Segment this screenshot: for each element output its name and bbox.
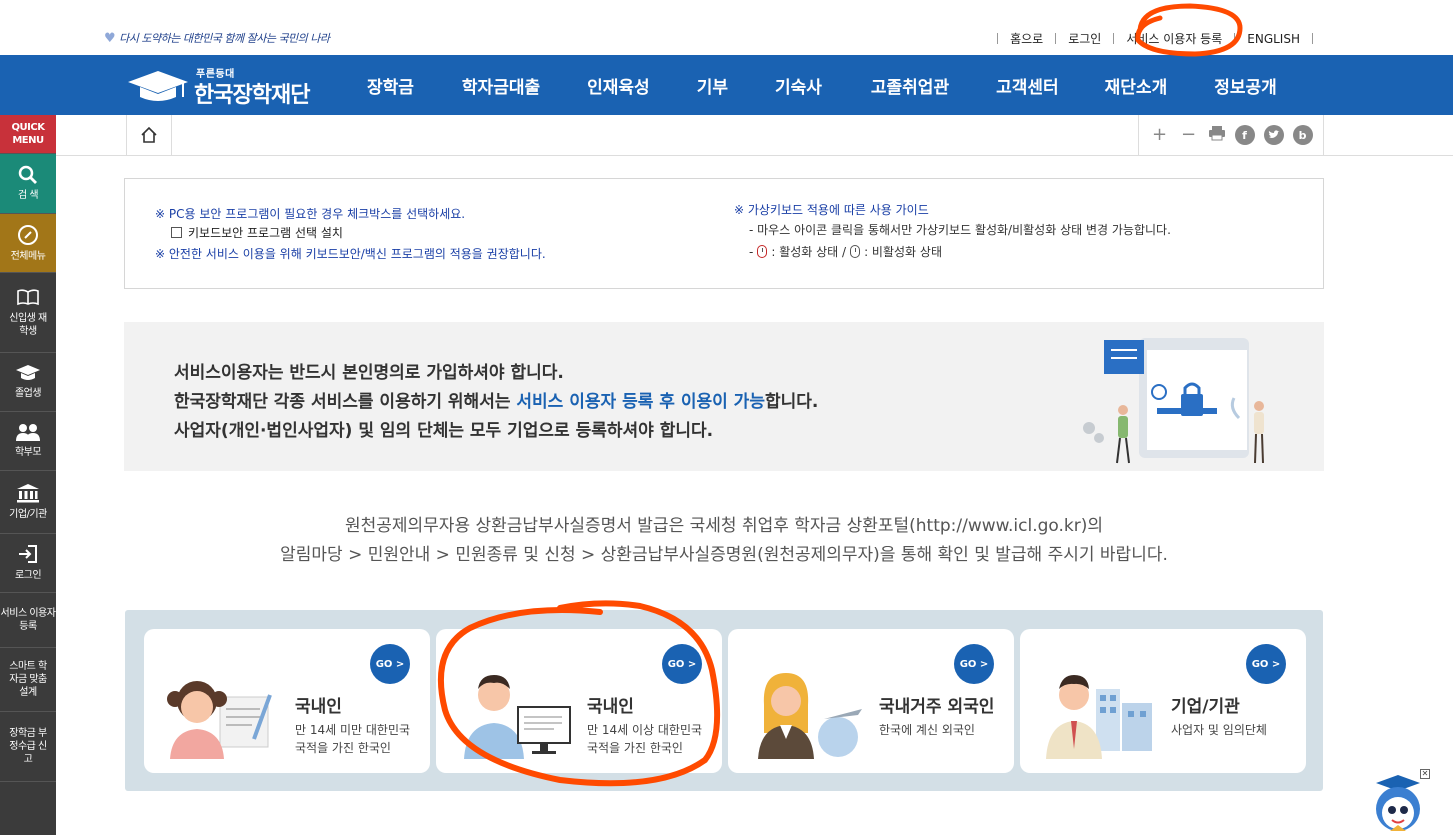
institution-icon bbox=[17, 484, 39, 503]
people-icon bbox=[16, 424, 40, 441]
quick-institutions[interactable]: 기업/기관 bbox=[0, 471, 56, 534]
security-notice-box: ※ PC용 보안 프로그램이 필요한 경우 체크박스를 선택하세요. 키보드보안… bbox=[124, 178, 1324, 289]
book-icon bbox=[17, 288, 39, 305]
close-icon[interactable]: ✕ bbox=[1420, 769, 1430, 779]
facebook-icon[interactable]: f bbox=[1234, 125, 1255, 145]
page-tools: + − f b bbox=[1138, 115, 1324, 155]
card-title: 기업/기관 bbox=[1171, 697, 1240, 717]
main-navigation: 푸른등대 한국장학재단 장학금 학자금대출 인재육성 기부 기숙사 고졸취업관 … bbox=[0, 55, 1453, 115]
quick-service-register[interactable]: 서비스 이용자 등록 bbox=[0, 593, 56, 648]
icl-notice: 원천공제의무자용 상환금납부사실증명서 발급은 국세청 취업후 학자금 상환포털… bbox=[280, 516, 1168, 565]
virtual-keyboard-guide-line: - 마우스 아이콘 클릭을 통해서만 가상키보드 활성화/비활성화 상태 변경 … bbox=[749, 223, 1171, 237]
site-logo[interactable]: 푸른등대 한국장학재단 bbox=[126, 63, 326, 108]
nav-public-info[interactable]: 정보공개 bbox=[1214, 73, 1277, 98]
business-building-illustration bbox=[1046, 675, 1152, 759]
virtual-keyboard-guide-title: ※ 가상키보드 적용에 따른 사용 가이드 bbox=[734, 203, 929, 217]
home-link[interactable]: 홈으로 bbox=[1010, 30, 1043, 47]
go-button[interactable]: GO > bbox=[370, 644, 410, 684]
utility-links: 홈으로 로그인 서비스 이용자 등록 ENGLISH bbox=[985, 30, 1325, 47]
nav-student-loan[interactable]: 학자금대출 bbox=[462, 73, 540, 98]
blog-icon[interactable]: b bbox=[1292, 125, 1313, 145]
card-domestic-under14[interactable]: GO > 국내인 만 14세 미만 대한민국 국적을 가진 한국인 bbox=[144, 629, 430, 773]
card-domestic-over14[interactable]: GO > 국내인 만 14세 이상 대한민국 국적을 가진 한국인 bbox=[436, 629, 722, 773]
english-link[interactable]: ENGLISH bbox=[1247, 32, 1300, 46]
card-title: 국내인 bbox=[587, 697, 634, 717]
quick-menu-header: QUICK MENU bbox=[0, 115, 56, 154]
heart-icon: ♥ bbox=[104, 30, 116, 46]
print-icon[interactable] bbox=[1208, 125, 1226, 145]
child-document-illustration bbox=[167, 681, 272, 759]
security-recommend-notice: ※ 안전한 서비스 이용을 위해 키보드보안/백신 프로그램의 적용을 권장합니… bbox=[155, 247, 546, 261]
virtual-keyboard-legend: - : 활성화 상태 / : 비활성화 상태 bbox=[749, 244, 942, 260]
zoom-out-icon[interactable]: − bbox=[1179, 125, 1199, 145]
mouse-active-icon bbox=[757, 245, 768, 258]
quick-smart-loan-design[interactable]: 스마트 학자금 맞춤설계 bbox=[0, 648, 56, 712]
twitter-icon[interactable] bbox=[1263, 125, 1284, 145]
breadcrumb-bar: + − f b bbox=[56, 115, 1453, 156]
graduation-cap-logo-icon bbox=[128, 71, 188, 101]
search-icon bbox=[18, 165, 37, 184]
nav-customer-center[interactable]: 고객센터 bbox=[996, 73, 1059, 98]
government-slogan: ♥ 다시 도약하는 대한민국 함께 잘사는 국민의 나라 bbox=[104, 30, 330, 46]
zoom-in-icon[interactable]: + bbox=[1150, 125, 1170, 145]
go-button[interactable]: GO > bbox=[1246, 644, 1286, 684]
registration-type-cards: GO > 국내인 만 14세 미만 대한민국 국적을 가진 한국인 GO > 국… bbox=[125, 610, 1323, 791]
logo-name: 한국장학재단 bbox=[194, 83, 310, 108]
go-button[interactable]: GO > bbox=[954, 644, 994, 684]
keyboard-security-checkbox[interactable] bbox=[171, 227, 182, 238]
quick-fraud-report[interactable]: 장학금 부정수급 신고 bbox=[0, 712, 56, 782]
top-utility-bar: ♥ 다시 도약하는 대한민국 함께 잘사는 국민의 나라 홈으로 로그인 서비스… bbox=[0, 0, 1453, 55]
quick-search[interactable]: 검 색 bbox=[0, 154, 56, 214]
login-icon bbox=[19, 545, 37, 563]
compass-icon bbox=[18, 224, 38, 245]
nav-about[interactable]: 재단소개 bbox=[1105, 73, 1168, 98]
service-user-register-link[interactable]: 서비스 이용자 등록 bbox=[1126, 30, 1222, 47]
login-link[interactable]: 로그인 bbox=[1068, 30, 1101, 47]
slogan-text: 다시 도약하는 대한민국 함께 잘사는 국민의 나라 bbox=[119, 32, 330, 45]
nav-dormitory[interactable]: 기숙사 bbox=[775, 73, 822, 98]
security-program-notice: ※ PC용 보안 프로그램이 필요한 경우 체크박스를 선택하세요. bbox=[155, 207, 466, 221]
quick-students[interactable]: 신입생 재학생 bbox=[0, 273, 56, 353]
quick-login[interactable]: 로그인 bbox=[0, 534, 56, 593]
quick-all-menu[interactable]: 전체메뉴 bbox=[0, 214, 56, 273]
security-login-illustration bbox=[1083, 338, 1264, 464]
go-button[interactable]: GO > bbox=[662, 644, 702, 684]
nav-talent[interactable]: 인재육성 bbox=[587, 73, 650, 98]
card-description: 사업자 및 임의단체 bbox=[1171, 723, 1267, 737]
card-title: 국내인 bbox=[295, 697, 342, 717]
quick-graduates[interactable]: 졸업생 bbox=[0, 353, 56, 412]
home-breadcrumb-button[interactable] bbox=[126, 115, 172, 155]
nav-donation[interactable]: 기부 bbox=[697, 73, 728, 98]
registration-banner: 서비스이용자는 반드시 본인명의로 가입하셔야 합니다. 한국장학재단 각종 서… bbox=[124, 322, 1324, 471]
card-description: 만 14세 미만 대한민국 국적을 가진 한국인 bbox=[295, 723, 411, 755]
card-foreign-resident[interactable]: GO > 국내거주 외국인 한국에 계신 외국인 bbox=[728, 629, 1014, 773]
card-description: 만 14세 이상 대한민국 국적을 가진 한국인 bbox=[587, 723, 703, 755]
quick-parents[interactable]: 학부모 bbox=[0, 412, 56, 471]
nav-highschool-jobs[interactable]: 고졸취업관 bbox=[871, 73, 949, 98]
card-description: 한국에 계신 외국인 bbox=[879, 723, 975, 737]
chatbot-mascot-icon[interactable] bbox=[1368, 773, 1428, 835]
quick-menu: QUICK MENU 검 색 전체메뉴 신입생 재학생 졸업생 학부모 기업/기… bbox=[0, 115, 56, 835]
nav-scholarship[interactable]: 장학금 bbox=[367, 73, 414, 98]
home-icon bbox=[141, 126, 157, 143]
mouse-inactive-icon bbox=[850, 245, 861, 258]
foreigner-globe-illustration bbox=[758, 673, 862, 759]
keyboard-security-label: 키보드보안 프로그램 선택 설치 bbox=[188, 226, 343, 240]
card-company-institution[interactable]: GO > 기업/기관 사업자 및 임의단체 bbox=[1020, 629, 1306, 773]
keyboard-security-checkbox-row[interactable]: 키보드보안 프로그램 선택 설치 bbox=[171, 224, 343, 241]
card-title: 국내거주 외국인 bbox=[879, 697, 995, 717]
graduation-cap-icon bbox=[16, 365, 40, 380]
adult-computer-illustration bbox=[464, 675, 571, 759]
banner-text: 서비스이용자는 반드시 본인명의로 가입하셔야 합니다. 한국장학재단 각종 서… bbox=[174, 363, 819, 441]
gnb-menu: 장학금 학자금대출 인재육성 기부 기숙사 고졸취업관 고객센터 재단소개 정보… bbox=[340, 55, 1277, 115]
